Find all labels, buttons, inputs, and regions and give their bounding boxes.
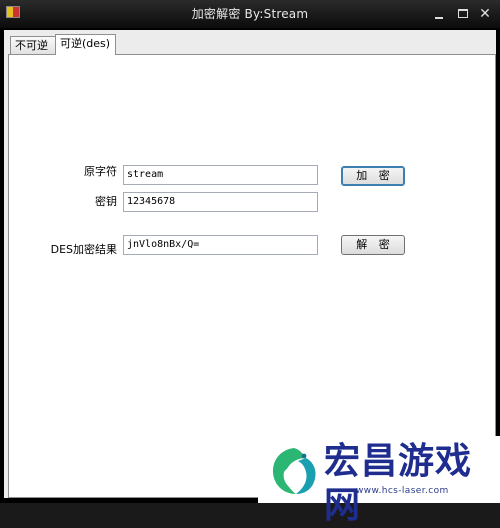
tab-reversible-des-label: 可逆(des) [60,37,111,50]
close-button[interactable]: ✕ [478,7,492,21]
encrypt-button[interactable]: 加 密 [341,166,405,186]
tab-reversible-des[interactable]: 可逆(des) [55,34,116,55]
tab-panel: 原字符 stream 加 密 密钥 12345678 DES加密结果 jnVlo… [8,54,496,498]
result-label: DES加密结果 [50,243,117,256]
plaintext-label: 原字符 [84,165,117,178]
watermark-url: www.hcs-laser.com [356,486,449,496]
maximize-icon [458,9,468,18]
watermark: 宏昌游戏网 www.hcs-laser.com [258,436,500,526]
client-area: 不可逆 可逆(des) 原字符 stream 加 密 密钥 12345678 D… [4,30,496,498]
result-input[interactable]: jnVlo8nBx/Q= [123,235,318,255]
title-bar[interactable]: 加密解密 By:Stream ✕ [0,0,500,28]
decrypt-button[interactable]: 解 密 [341,235,405,255]
dragon-logo-icon [272,448,316,494]
minimize-button[interactable] [432,7,446,21]
key-input[interactable]: 12345678 [123,192,318,212]
tab-irreversible-label: 不可逆 [15,40,48,52]
tab-irreversible[interactable]: 不可逆 [10,36,56,54]
window-title: 加密解密 By:Stream [191,7,309,21]
maximize-button[interactable] [456,7,470,21]
app-window: 加密解密 By:Stream ✕ 不可逆 可逆(des) 原字符 stream … [0,0,500,526]
key-label: 密钥 [95,195,117,208]
plaintext-input[interactable]: stream [123,165,318,185]
watermark-brand: 宏昌游戏网 [324,441,473,526]
close-icon: ✕ [479,6,491,22]
minimize-icon [435,17,443,19]
